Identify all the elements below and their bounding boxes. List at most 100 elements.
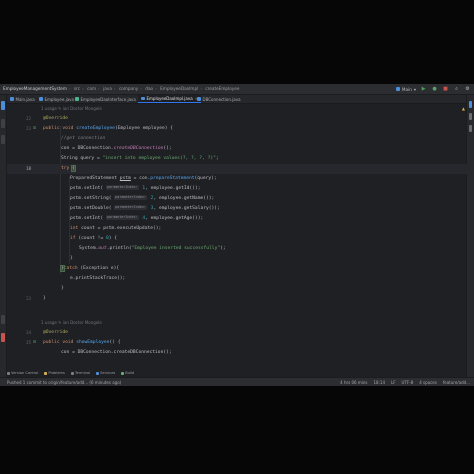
breadcrumb-separator: › (98, 86, 100, 91)
tab-label: Main.java (15, 96, 35, 102)
breadcrumb-item[interactable]: company (119, 86, 138, 91)
structure-tool-button[interactable] (1, 135, 5, 144)
version-control-tool[interactable]: Version Control (7, 370, 38, 377)
stop-icon[interactable]: ■ (442, 86, 449, 93)
method-call: prepareStatement (150, 176, 195, 181)
interface-file-icon (75, 97, 79, 101)
variable: pstm (119, 176, 131, 181)
code-line: pstm.setString( parameterIndex: 2, emplo… (7, 194, 467, 204)
method-params: (Employee employee) { (114, 126, 174, 131)
method-params: () { (109, 340, 121, 345)
hammer-icon (121, 372, 125, 375)
code-text: (count != (78, 236, 106, 241)
implements-gutter-icon[interactable]: ⊙ (32, 124, 37, 134)
code-line: 22 @Override (7, 114, 467, 124)
status-widgets: 4 hrs 06 mins 18:14 LF UTF-8 4 spaces fe… (340, 378, 470, 386)
breadcrumb-item[interactable]: EmployeeManagementSystem (3, 86, 67, 91)
parameter-hint: parameterIndex: (114, 195, 147, 200)
run-config-label: Main (401, 86, 412, 92)
line-separator[interactable]: LF (391, 378, 396, 386)
notifications-tool-button[interactable] (1, 333, 5, 342)
code-text: .println( (106, 246, 132, 251)
breadcrumb: EmployeeManagementSystem › src › com › java… (3, 85, 241, 93)
breadcrumb-item[interactable]: createEmployee (205, 86, 239, 91)
line-number: 22 (25, 116, 31, 121)
implements-gutter-icon[interactable]: ⊙ (32, 338, 37, 348)
commit-tool-button[interactable] (1, 119, 5, 128)
breadcrumb-item[interactable]: dao (145, 86, 153, 91)
breadcrumb-separator: › (68, 86, 71, 91)
line-number: 23 (25, 296, 31, 301)
code-text: pstm.setString( (70, 196, 115, 201)
database-tool-button[interactable] (469, 113, 472, 120)
java-file-icon (39, 97, 43, 101)
closing-brace: } (43, 296, 46, 301)
tab-employee-dao-interface[interactable]: EmployeeDaoInterface.java (75, 95, 136, 103)
file-encoding[interactable]: UTF-8 (402, 378, 414, 386)
title-bar: EmployeeManagementSystem › src › com › java… (0, 84, 474, 95)
branch-icon (7, 372, 10, 375)
services-tool[interactable]: Services (96, 370, 115, 377)
usage-hint[interactable]: 1 usage ✎ ian Doctor Mongole (41, 104, 102, 114)
build-tool[interactable]: Build (121, 370, 134, 377)
code-line: pstm.setInt( parameterIndex: 4, employee… (7, 214, 467, 224)
code-text: pstm.setInt( (70, 216, 106, 221)
keyword: int (70, 226, 82, 231)
tab-db-connection[interactable]: DBConnection.java (197, 95, 241, 103)
run-config-selector[interactable]: Main ▾ (395, 86, 416, 92)
code-text: PreparedStatement (70, 176, 120, 181)
search-icon[interactable]: ⌕ (453, 86, 460, 93)
java-file-icon (197, 97, 201, 101)
code-statement: }catch (Exception e){ (60, 264, 119, 274)
static-method: createDBConnection (113, 146, 164, 151)
bookmarks-tool-button[interactable] (1, 315, 5, 324)
tab-main-java[interactable]: Main.java (10, 95, 35, 103)
cursor-position[interactable]: 18:14 (373, 378, 385, 386)
gear-icon[interactable]: ⚙ (464, 86, 471, 93)
breadcrumb-item[interactable]: java (103, 86, 112, 91)
git-branch[interactable]: feature/add... (443, 378, 470, 386)
code-statement: System.out.println("Employee inserted su… (79, 244, 226, 254)
code-line: con = DBConnection.createDBConnection(); (7, 348, 467, 357)
breadcrumb-item[interactable]: src (74, 86, 80, 91)
tab-label: EmployeeDaoInterface.java (80, 96, 136, 102)
problems-tool[interactable]: Problems (44, 370, 65, 377)
code-text: pstm.setDouble( (70, 206, 115, 211)
code-statement: con = DBConnection.createDBConnection(); (61, 144, 172, 154)
gradle-tool-button[interactable] (469, 125, 472, 132)
indent-setting[interactable]: 4 spaces (419, 378, 437, 386)
project-tool-button[interactable] (1, 101, 5, 110)
override-annotation: @Override (43, 330, 68, 335)
matched-brace: { (71, 165, 76, 172)
code-line: String query = "insert into employee val… (7, 154, 467, 164)
time-tracker[interactable]: 4 hrs 06 mins (340, 378, 367, 386)
status-message[interactable]: Pushed 1 commit to origin/feature/add...… (7, 378, 121, 386)
tab-employee-java[interactable]: Employee.java (39, 95, 74, 103)
line-number: 35 (25, 340, 31, 345)
code-text: count = pstm.executeUpdate(); (81, 226, 162, 231)
breadcrumb-item[interactable]: com (87, 86, 96, 91)
code-statement: int count = pstm.executeUpdate(); (70, 224, 161, 234)
code-line: e.printStackTrace(); (7, 274, 467, 284)
code-editor[interactable]: 1 usage ✎ ian Doctor Mongole 22 @Overrid… (7, 104, 467, 377)
string-literal: "insert into employee values(?, ?, ?, ?)… (102, 156, 216, 161)
parameter-hint: parameterIndex: (114, 205, 147, 210)
right-tool-strip (466, 95, 474, 377)
tab-employee-dao-impl[interactable]: EmployeeDaoImpl.java × (138, 95, 202, 103)
debug-icon[interactable]: ● (431, 86, 438, 93)
warning-icon (44, 372, 48, 375)
left-tool-strip (0, 95, 7, 377)
code-line: 34 @Override (7, 328, 467, 338)
run-icon[interactable]: ▶ (420, 86, 427, 93)
breadcrumb-item[interactable]: EmployeeDaoImpl (160, 86, 198, 91)
code-statement: pstm.setDouble( parameterIndex: 3, emplo… (70, 204, 220, 214)
terminal-tool[interactable]: Terminal (70, 370, 91, 377)
keyword: public (43, 340, 63, 345)
tool-label: Terminal (74, 371, 91, 375)
method-signature: public void showEmployee() { (43, 338, 121, 348)
breadcrumb-separator: › (155, 86, 157, 91)
usage-hint[interactable]: 1 usage ✎ ian Doctor Mongole (41, 318, 102, 328)
breadcrumb-separator: › (200, 86, 203, 91)
code-text: , employee.getId()); (145, 186, 201, 191)
maven-tool-button[interactable] (469, 101, 472, 108)
